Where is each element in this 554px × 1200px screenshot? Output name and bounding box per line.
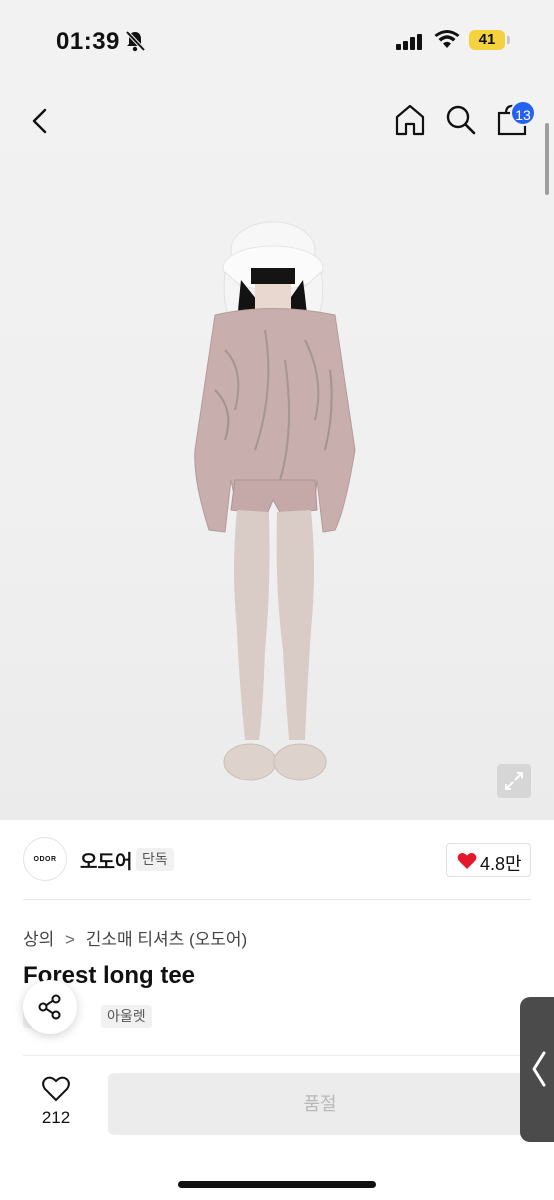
product-photo-model xyxy=(194,221,356,781)
heart-outline-icon[interactable] xyxy=(42,1076,70,1102)
brand-logo[interactable]: ODOR xyxy=(23,837,67,881)
breadcrumb: 상의 > 긴소매 티셔츠 (오도어) xyxy=(23,925,247,950)
signal-icon xyxy=(396,34,422,50)
brand-exclusive-badge: 단독 xyxy=(136,848,174,871)
breadcrumb-item-category[interactable]: 상의 xyxy=(23,925,54,950)
buy-button[interactable]: 품절 xyxy=(108,1073,532,1135)
share-icon xyxy=(38,994,61,1020)
status-bar: 01:39 41 xyxy=(0,0,554,80)
wish-count: 212 xyxy=(41,1108,71,1127)
brand-like-count: 4.8만 xyxy=(480,854,522,874)
tag-outlet: 아울렛 xyxy=(101,1005,152,1028)
cart-count-badge: 13 xyxy=(510,100,536,126)
bell-slash-icon xyxy=(125,30,146,52)
chevron-left-icon xyxy=(532,1051,546,1087)
breadcrumb-item-subcategory[interactable]: 긴소매 티셔츠 (오도어) xyxy=(86,925,248,950)
divider xyxy=(23,899,531,900)
home-icon[interactable] xyxy=(392,102,428,138)
wifi-icon xyxy=(434,30,460,48)
status-time: 01:39 xyxy=(56,28,120,55)
heart-filled-icon xyxy=(457,853,477,869)
battery-icon: 41 xyxy=(469,30,505,50)
home-indicator[interactable] xyxy=(178,1181,376,1188)
expand-icon xyxy=(505,772,523,790)
expand-image-button[interactable] xyxy=(497,764,531,798)
brand-name[interactable]: 오도어 xyxy=(80,847,132,874)
side-panel-handle[interactable] xyxy=(520,997,554,1142)
chevron-left-icon[interactable] xyxy=(24,102,58,140)
battery-tip xyxy=(507,36,510,44)
breadcrumb-separator: > xyxy=(65,930,75,949)
search-icon[interactable] xyxy=(443,102,479,138)
share-button[interactable] xyxy=(23,980,77,1034)
scrollbar[interactable] xyxy=(545,123,549,195)
brand-like-button[interactable]: 4.8만 xyxy=(446,843,531,877)
